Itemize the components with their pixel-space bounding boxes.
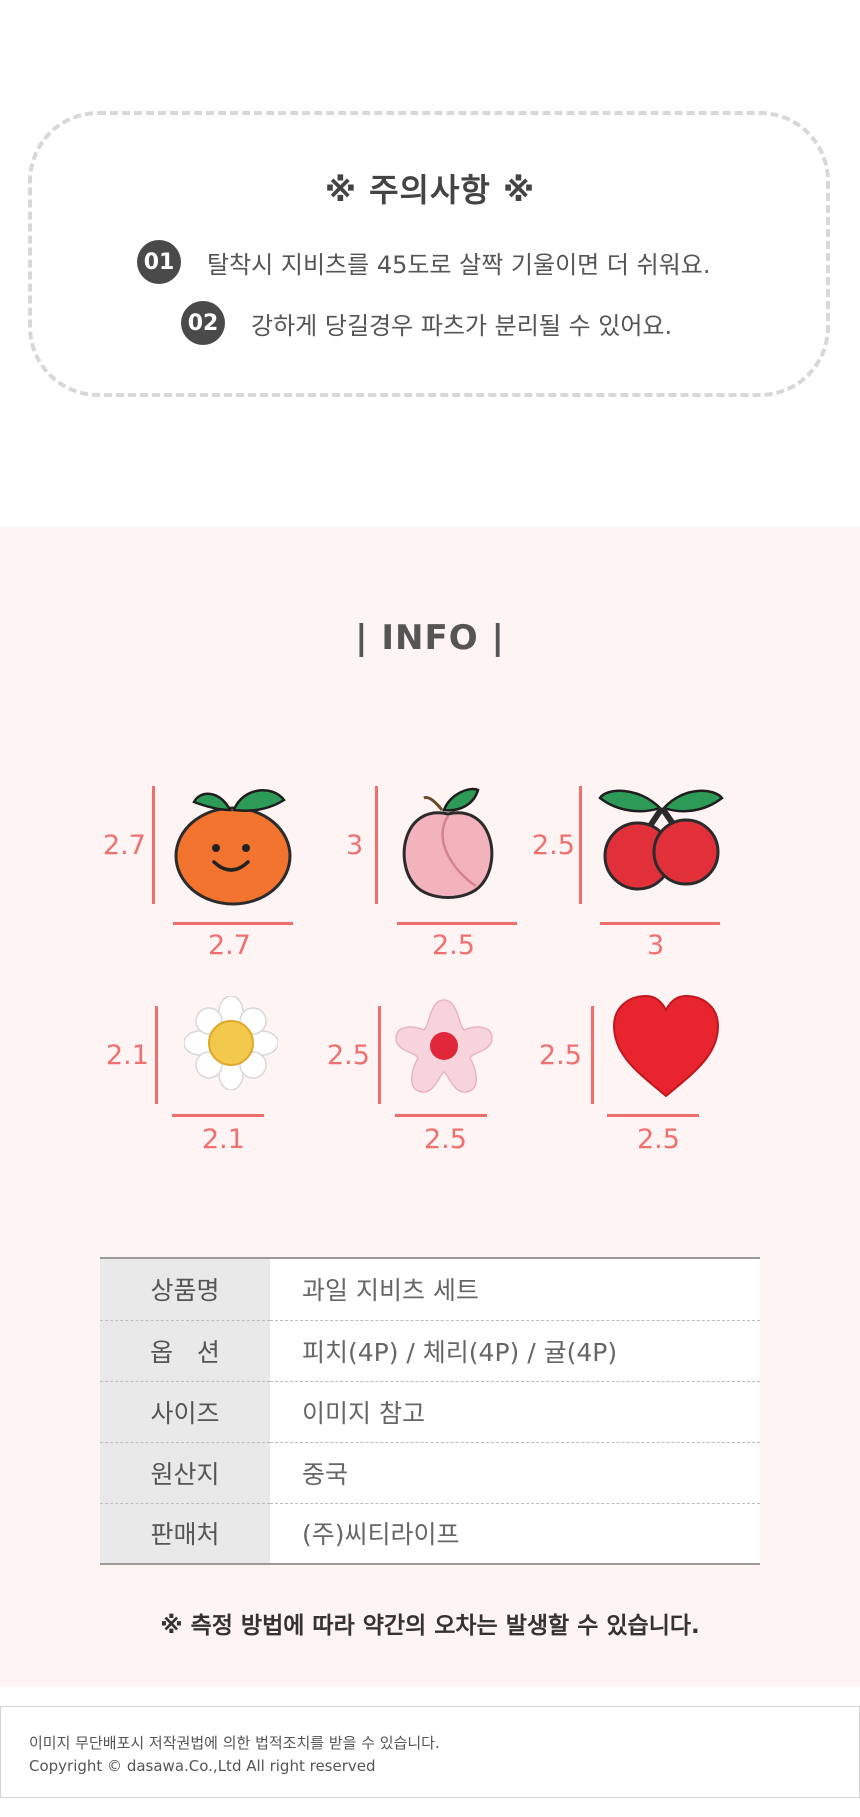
table-key: 원산지 bbox=[100, 1442, 270, 1504]
height-line bbox=[155, 1006, 158, 1104]
table-key: 옵 션 bbox=[100, 1320, 270, 1382]
daisy-image bbox=[183, 995, 279, 1094]
height-line bbox=[579, 786, 582, 904]
table-row: 옵 션 피치(4P) / 체리(4P) / 귤(4P) bbox=[100, 1320, 760, 1382]
pink-flower-image bbox=[392, 994, 496, 1102]
peach-image bbox=[394, 780, 502, 912]
caution-text: 강하게 당길경우 파츠가 분리될 수 있어요. bbox=[251, 311, 673, 340]
height-line bbox=[375, 786, 378, 904]
height-line bbox=[378, 1006, 381, 1104]
copyright-warning: 이미지 무단배포시 저작권법에 의한 법적조치를 받을 수 있습니다. bbox=[29, 1734, 440, 1752]
height-label: 2.7 bbox=[103, 830, 146, 861]
footer: 이미지 무단배포시 저작권법에 의한 법적조치를 받을 수 있습니다. Copy… bbox=[0, 1706, 860, 1798]
width-label: 2.5 bbox=[424, 1124, 467, 1155]
height-label: 3 bbox=[346, 830, 364, 861]
table-row: 사이즈 이미지 참고 bbox=[100, 1381, 760, 1443]
width-line bbox=[607, 1114, 699, 1117]
width-label: 2.1 bbox=[202, 1124, 245, 1155]
height-label: 2.5 bbox=[327, 1040, 370, 1071]
table-key: 사이즈 bbox=[100, 1381, 270, 1443]
info-title: | INFO | bbox=[355, 618, 505, 658]
measurement-note: ※ 측정 방법에 따라 약간의 오차는 발생할 수 있습니다. bbox=[160, 1613, 700, 1639]
table-value: (주)씨티라이프 bbox=[270, 1503, 760, 1565]
caution-item: 02 강하게 당길경우 파츠가 분리될 수 있어요. bbox=[181, 301, 672, 345]
copyright-text: Copyright © dasawa.Co.,Ltd All right res… bbox=[29, 1757, 376, 1775]
table-row: 판매처 (주)씨티라이프 bbox=[100, 1503, 760, 1565]
width-label: 2.5 bbox=[637, 1124, 680, 1155]
caution-item: 01 탈착시 지비츠를 45도로 살짝 기울이면 더 쉬워요. bbox=[137, 240, 710, 284]
number-badge: 01 bbox=[137, 240, 181, 284]
table-row: 상품명 과일 지비츠 세트 bbox=[100, 1259, 760, 1321]
table-key: 상품명 bbox=[100, 1259, 270, 1321]
heart-image bbox=[610, 994, 722, 1104]
table-value: 과일 지비츠 세트 bbox=[270, 1259, 760, 1321]
height-line bbox=[591, 1006, 594, 1104]
table-value: 이미지 참고 bbox=[270, 1381, 760, 1443]
height-label: 2.1 bbox=[106, 1040, 149, 1071]
width-line bbox=[397, 922, 517, 925]
width-label: 2.7 bbox=[208, 930, 251, 961]
table-key: 판매처 bbox=[100, 1503, 270, 1565]
width-line bbox=[172, 1114, 264, 1117]
caution-text: 탈착시 지비츠를 45도로 살짝 기울이면 더 쉬워요. bbox=[207, 250, 711, 279]
product-info-table: 상품명 과일 지비츠 세트 옵 션 피치(4P) / 체리(4P) / 귤(4P… bbox=[100, 1259, 760, 1565]
width-label: 2.5 bbox=[432, 930, 475, 961]
width-line bbox=[395, 1114, 487, 1117]
table-value: 중국 bbox=[270, 1442, 760, 1504]
table-row: 원산지 중국 bbox=[100, 1442, 760, 1504]
width-line bbox=[600, 922, 720, 925]
width-line bbox=[173, 922, 293, 925]
orange-image bbox=[172, 780, 294, 912]
cherry-image bbox=[598, 782, 724, 896]
height-line bbox=[152, 786, 155, 904]
height-label: 2.5 bbox=[532, 830, 575, 861]
caution-title: ※ 주의사항 ※ bbox=[324, 171, 536, 209]
width-label: 3 bbox=[647, 930, 665, 961]
height-label: 2.5 bbox=[539, 1040, 582, 1071]
table-value: 피치(4P) / 체리(4P) / 귤(4P) bbox=[270, 1320, 760, 1382]
number-badge: 02 bbox=[181, 301, 225, 345]
